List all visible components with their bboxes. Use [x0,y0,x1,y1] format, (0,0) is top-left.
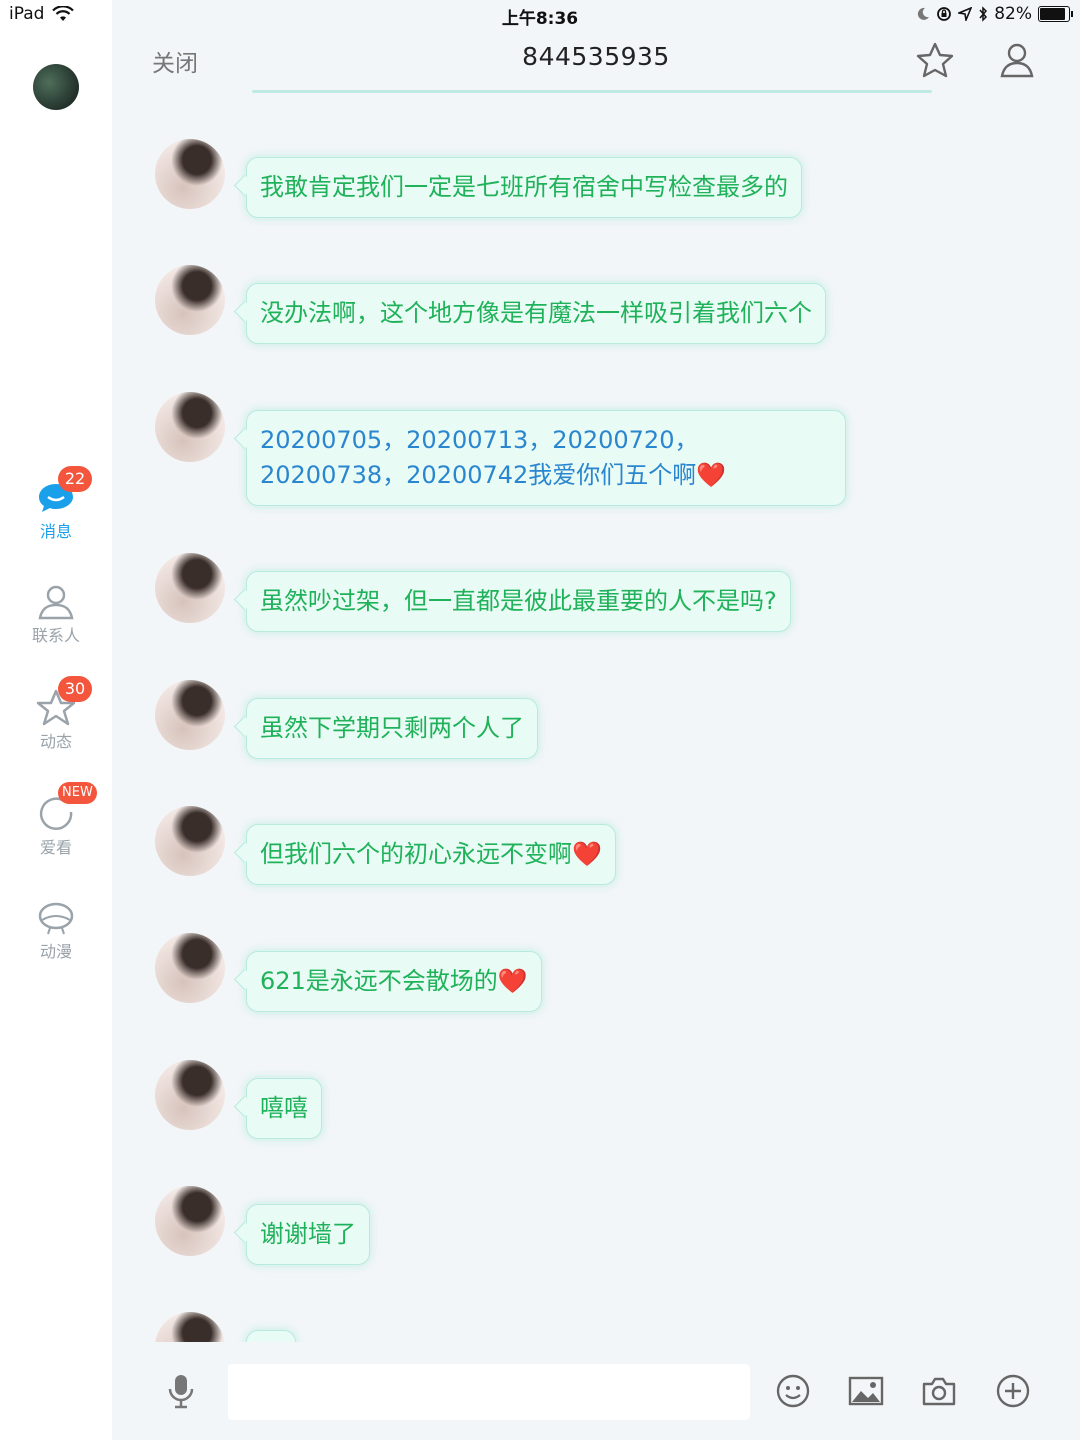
sidebar-item-watch[interactable]: NEW 爱看 [0,782,112,858]
message-text: 621是永远不会散场的 [260,967,498,995]
message-bubble[interactable]: 虽然吵过架，但一直都是彼此最重要的人不是吗? [246,571,791,632]
chat-bubble-icon: 22 [36,466,92,518]
message-input[interactable] [228,1364,750,1420]
watch-badge: NEW [58,782,97,804]
sidebar-item-label: 爱看 [39,838,72,857]
battery-icon [1038,6,1073,22]
sidebar-item-messages[interactable]: 22 消息 [0,466,112,542]
sender-avatar[interactable] [155,1312,225,1342]
sidebar-item-anime[interactable]: 动漫 [0,898,112,962]
sender-avatar[interactable] [155,392,225,462]
heart-emoji: ❤️ [572,840,602,868]
message-bubble[interactable]: 621是永远不会散场的❤️ [246,951,542,1012]
chat-area[interactable]: 我敢肯定我们一定是七班所有宿舍中写检查最多的 没办法啊，这个地方像是有魔法一样吸… [112,92,1080,1342]
message-bubble[interactable] [246,1330,296,1342]
messages-badge: 22 [58,466,92,492]
favorite-star-icon[interactable] [915,40,955,80]
status-bar: iPad 上午8:36 82% [0,0,1080,30]
sender-avatar[interactable] [155,139,225,209]
sender-avatar[interactable] [155,553,225,623]
chat-header: 关闭 844535935 [112,30,1080,93]
heart-emoji: ❤️ [696,461,727,489]
message-bubble[interactable]: 没办法啊，这个地方像是有魔法一样吸引着我们六个 [246,283,826,344]
message-text: 20200705，20200713，20200720，20200738，2020… [260,426,699,489]
sidebar-item-label: 动漫 [39,942,72,961]
camera-icon[interactable] [920,1372,958,1410]
location-icon [958,7,973,21]
sender-avatar[interactable] [155,1186,225,1256]
sender-avatar[interactable] [155,806,225,876]
circle-icon: NEW [36,782,97,834]
message-bubble[interactable]: 但我们六个的初心永远不变啊❤️ [246,824,616,885]
feed-badge: 30 [58,676,92,702]
sender-avatar[interactable] [155,680,225,750]
sidebar-item-contacts[interactable]: 联系人 [0,582,112,646]
sidebar: 22 消息 联系人 30 动态 NEW 爱看 动漫 [0,0,112,1440]
sidebar-item-label: 消息 [39,522,72,541]
sender-avatar[interactable] [155,1060,225,1130]
star-icon: 30 [36,676,92,728]
emoji-icon[interactable] [774,1372,812,1410]
message-bubble[interactable]: 我敢肯定我们一定是七班所有宿舍中写检查最多的 [246,157,802,218]
sender-avatar[interactable] [155,265,225,335]
moon-icon [918,7,930,20]
sidebar-item-feed[interactable]: 30 动态 [0,676,112,752]
cloud-face-icon [36,898,76,938]
battery-fill [1040,8,1065,20]
sidebar-item-label: 动态 [39,732,72,751]
sidebar-item-label: 联系人 [31,626,80,645]
profile-icon[interactable] [997,40,1037,80]
message-bubble[interactable]: 嘻嘻 [246,1078,322,1139]
message-text: 谢谢墙了 [260,1220,356,1248]
battery-percent: 82% [994,4,1032,24]
input-bar [112,1342,1080,1440]
message-text: 虽然下学期只剩两个人了 [260,714,524,742]
message-bubble[interactable]: 虽然下学期只剩两个人了 [246,698,538,759]
my-avatar[interactable] [33,64,79,110]
message-text: 虽然吵过架，但一直都是彼此最重要的人不是吗? [260,587,777,615]
bluetooth-icon [979,6,988,22]
message-text: 我敢肯定我们一定是七班所有宿舍中写检查最多的 [260,173,788,201]
message-text: 但我们六个的初心永远不变啊 [260,840,572,868]
message-text: 没办法啊，这个地方像是有魔法一样吸引着我们六个 [260,299,812,327]
image-icon[interactable] [847,1372,885,1410]
sender-avatar[interactable] [155,933,225,1003]
add-icon[interactable] [994,1372,1032,1410]
heart-emoji: ❤️ [497,967,528,995]
message-text: 嘻嘻 [260,1094,308,1122]
rotation-lock-icon [937,7,952,21]
message-bubble[interactable]: 谢谢墙了 [246,1204,370,1265]
person-icon [36,582,76,622]
message-bubble[interactable]: 20200705，20200713，20200720，20200738，2020… [246,410,846,506]
microphone-icon[interactable] [162,1372,200,1410]
